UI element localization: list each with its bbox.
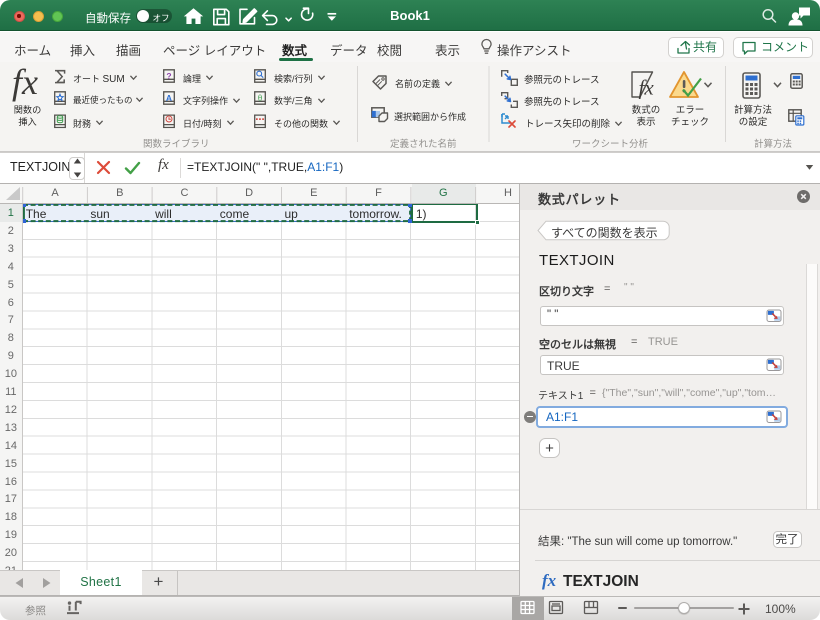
svg-text:fx: fx: [639, 76, 655, 100]
svg-text:θ: θ: [258, 93, 262, 103]
svg-text:A: A: [166, 93, 172, 103]
svg-text:?: ?: [166, 71, 171, 81]
